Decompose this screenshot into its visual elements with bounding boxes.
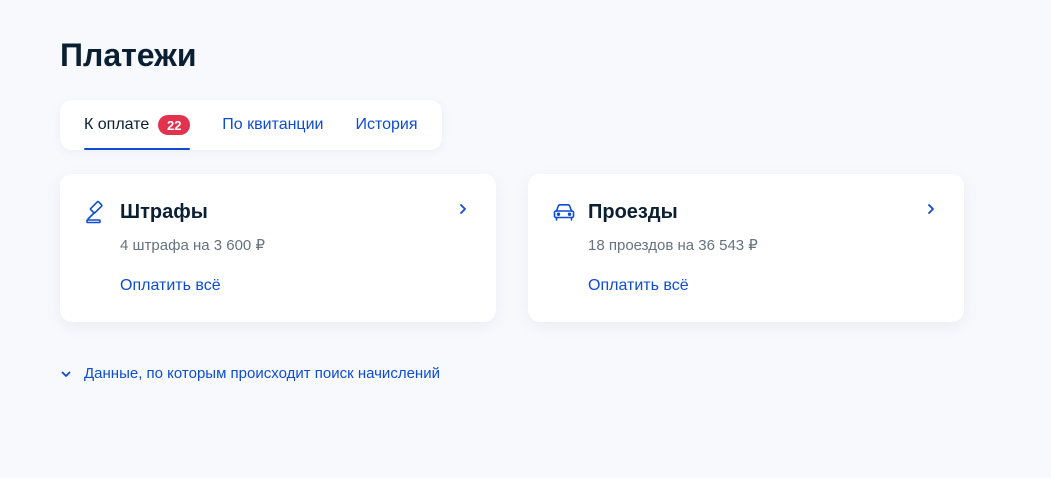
car-icon — [553, 204, 575, 221]
page-title: Платежи — [60, 37, 197, 73]
pay-all-trips-link[interactable]: Оплатить всё — [588, 276, 689, 296]
trips-card[interactable]: Проезды 18 проездов на 36 543 ₽ Оплатить… — [528, 174, 964, 322]
fines-card[interactable]: Штрафы 4 штрафа на 3 600 ₽ Оплатить всё — [60, 174, 496, 322]
tab-history[interactable]: История — [355, 100, 417, 150]
pay-all-fines-link[interactable]: Оплатить всё — [120, 276, 221, 296]
tab-by-receipt[interactable]: По квитанции — [222, 100, 323, 150]
search-data-label: Данные, по которым происходит поиск начи… — [84, 365, 440, 382]
chevron-down-icon — [61, 371, 71, 377]
tab-to-pay[interactable]: К оплате 22 — [84, 100, 191, 150]
chevron-right-icon[interactable] — [924, 202, 938, 216]
search-data-toggle[interactable]: Данные, по которым происходит поиск начи… — [60, 364, 440, 384]
tab-history-label: История — [355, 116, 418, 133]
tab-by-receipt-label: По квитанции — [222, 116, 324, 133]
fines-title: Штрафы — [120, 201, 208, 223]
count-badge: 22 — [158, 115, 191, 135]
payment-tabs: К оплате 22 По квитанции История — [60, 100, 442, 150]
trips-summary: 18 проездов на 36 543 ₽ — [588, 237, 758, 254]
fines-summary: 4 штрафа на 3 600 ₽ — [120, 237, 265, 254]
chevron-right-icon[interactable] — [456, 202, 470, 216]
tab-to-pay-label: К оплате — [84, 116, 150, 133]
gavel-icon — [86, 200, 103, 224]
trips-title: Проезды — [588, 201, 678, 223]
